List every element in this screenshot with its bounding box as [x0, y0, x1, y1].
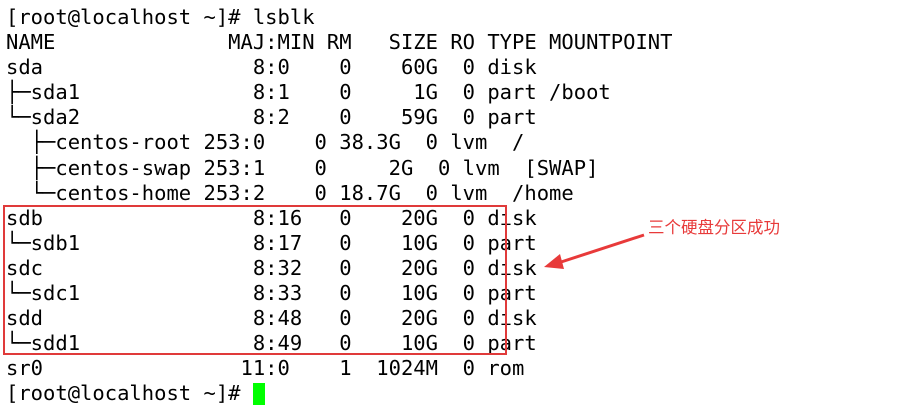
shell-prompt: [root@localhost ~]#: [6, 381, 241, 406]
lsblk-row-sda1: ├─sda1 8:1 0 1G 0 part /boot: [6, 80, 611, 105]
lsblk-header-row: NAME MAJ:MIN RM SIZE RO TYPE MOUNTPOINT: [6, 30, 673, 55]
terminal-prompt-line[interactable]: [root@localhost ~]#: [6, 381, 901, 406]
lsblk-row-sda2: └─sda2 8:2 0 59G 0 part: [6, 105, 537, 130]
terminal-line-command: [root@localhost ~]# lsblk: [6, 5, 315, 29]
annotation-arrow-icon: [544, 233, 645, 269]
lsblk-row-sda: sda 8:0 0 60G 0 disk: [6, 55, 537, 80]
lsblk-row-centos-home: └─centos-home 253:2 0 18.7G 0 lvm /home: [6, 180, 574, 205]
annotation-label: 三个硬盘分区成功: [648, 218, 780, 237]
lsblk-row-centos-root: ├─centos-root 253:0 0 38.3G 0 lvm /: [6, 130, 525, 155]
lsblk-row-centos-swap: ├─centos-swap 253:1 0 2G 0 lvm [SWAP]: [6, 155, 599, 180]
terminal-cursor: [252, 382, 265, 405]
new-disks-highlight-box: [3, 205, 507, 355]
lsblk-row-sr0: sr0 11:0 1 1024M 0 rom: [6, 356, 525, 381]
